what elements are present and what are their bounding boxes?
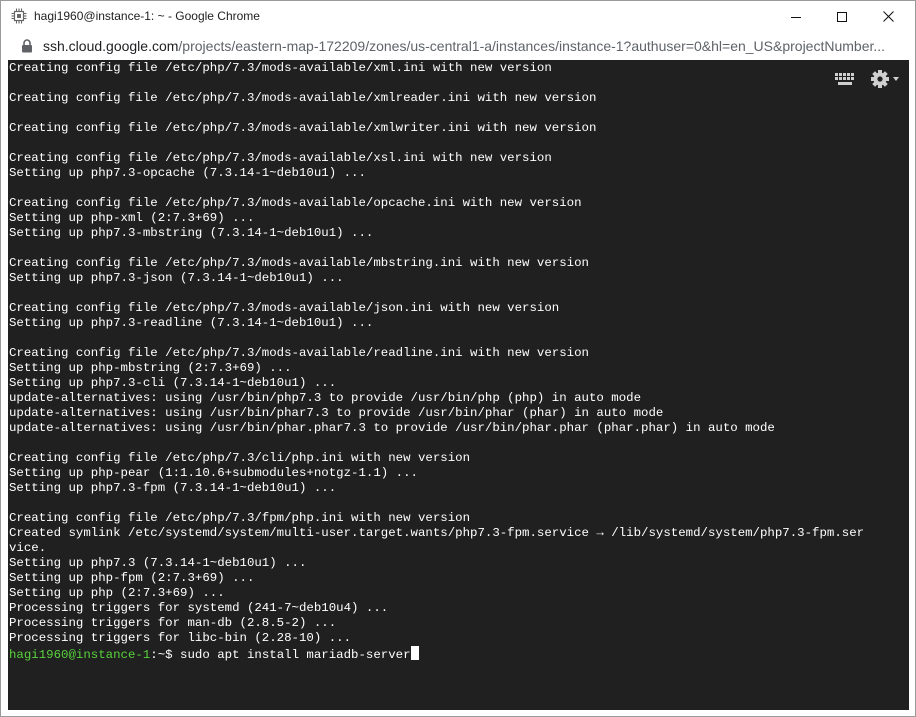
minimize-icon [791, 16, 801, 18]
terminal-line: Creating config file /etc/php/7.3/mods-a… [9, 61, 552, 75]
terminal-line: Created symlink /etc/systemd/system/mult… [9, 526, 865, 540]
terminal-line: Setting up php7.3-mbstring (7.3.14-1~deb… [9, 226, 374, 240]
terminal-line: Creating config file /etc/php/7.3/mods-a… [9, 301, 560, 315]
lock-icon[interactable] [21, 39, 33, 53]
terminal-line: Setting up php-fpm (2:7.3+69) ... [9, 571, 255, 585]
terminal-chip-icon [11, 8, 27, 24]
terminal-line: Creating config file /etc/php/7.3/mods-a… [9, 196, 582, 210]
terminal[interactable]: Creating config file /etc/php/7.3/mods-a… [8, 60, 909, 710]
terminal-line: Setting up php7.3-cli (7.3.14-1~deb10u1)… [9, 376, 337, 390]
close-icon [882, 11, 894, 22]
maximize-button[interactable] [819, 1, 865, 32]
terminal-line: Setting up php (2:7.3+69) ... [9, 586, 225, 600]
settings-menu-button[interactable] [870, 68, 900, 95]
terminal-output: Creating config file /etc/php/7.3/mods-a… [9, 61, 865, 662]
terminal-prompt-line[interactable]: hagi1960@instance-1:~$ sudo apt install … [9, 646, 864, 662]
prompt-command[interactable]: sudo apt install mariadb-server [180, 648, 411, 662]
terminal-line: Setting up php7.3-opcache (7.3.14-1~deb1… [9, 166, 366, 180]
terminal-line: update-alternatives: using /usr/bin/phar… [9, 421, 775, 435]
terminal-line: update-alternatives: using /usr/bin/phar… [9, 406, 664, 420]
browser-window: hagi1960@instance-1: ~ - Google Chrome s… [0, 0, 916, 717]
terminal-line: Creating config file /etc/php/7.3/mods-a… [9, 346, 589, 360]
title-bar[interactable]: hagi1960@instance-1: ~ - Google Chrome [1, 1, 915, 32]
terminal-line: Creating config file /etc/php/7.3/mods-a… [9, 91, 597, 105]
terminal-line: Setting up php7.3-json (7.3.14-1~deb10u1… [9, 271, 344, 285]
terminal-line: update-alternatives: using /usr/bin/php7… [9, 391, 642, 405]
url-text[interactable]: ssh.cloud.google.com/projects/eastern-ma… [43, 38, 893, 54]
maximize-icon [837, 11, 847, 22]
terminal-line: Processing triggers for systemd (241-7~d… [9, 601, 389, 615]
prompt-user-host: hagi1960@instance-1 [9, 648, 151, 662]
terminal-line: Creating config file /etc/php/7.3/mods-a… [9, 151, 552, 165]
window-title: hagi1960@instance-1: ~ - Google Chrome [34, 9, 260, 23]
terminal-line: Creating config file /etc/php/7.3/fpm/ph… [9, 511, 471, 525]
terminal-line: Setting up php-xml (2:7.3+69) ... [9, 211, 255, 225]
terminal-line: Processing triggers for libc-bin (2.28-1… [9, 631, 352, 645]
terminal-line: Creating config file /etc/php/7.3/cli/ph… [9, 451, 471, 465]
close-button[interactable] [865, 1, 911, 32]
url-host: ssh.cloud.google.com [43, 38, 179, 54]
terminal-line: vice. [9, 541, 47, 555]
minimize-button[interactable] [773, 1, 819, 32]
terminal-line: Setting up php7.3-fpm (7.3.14-1~deb10u1)… [9, 481, 337, 495]
terminal-line: Creating config file /etc/php/7.3/mods-a… [9, 256, 589, 270]
terminal-line: Creating config file /etc/php/7.3/mods-a… [9, 121, 597, 135]
gear-icon [871, 70, 899, 88]
address-bar[interactable]: ssh.cloud.google.com/projects/eastern-ma… [1, 32, 915, 60]
terminal-line: Setting up php-mbstring (2:7.3+69) ... [9, 361, 292, 375]
terminal-line: Setting up php7.3-readline (7.3.14-1~deb… [9, 316, 374, 330]
terminal-line: Setting up php-pear (1:1.10.6+submodules… [9, 466, 418, 480]
url-path: /projects/eastern-map-172209/zones/us-ce… [178, 38, 886, 54]
terminal-line: Processing triggers for man-db (2.8.5-2)… [9, 616, 337, 630]
terminal-line: Setting up php7.3 (7.3.14-1~deb10u1) ... [9, 556, 307, 570]
keyboard-icon[interactable] [834, 72, 856, 86]
text-cursor [410, 646, 419, 660]
prompt-path: :~$ [150, 648, 181, 662]
